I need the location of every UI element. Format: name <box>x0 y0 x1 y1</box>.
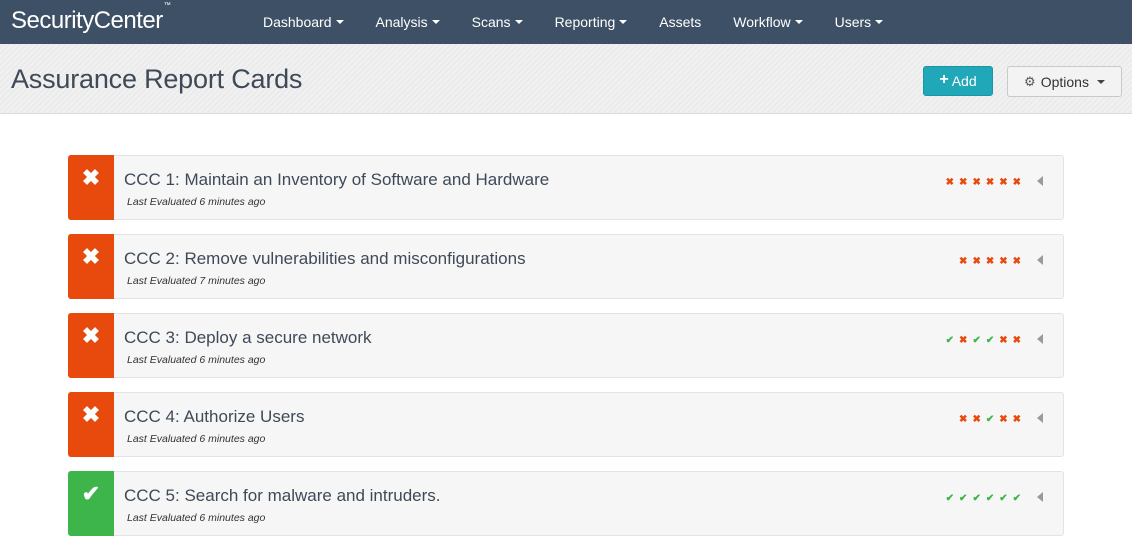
nav-item-analysis[interactable]: Analysis <box>360 0 456 44</box>
report-card[interactable]: ✖ CCC 2: Remove vulnerabilities and misco… <box>68 234 1064 299</box>
close-icon: ✖ <box>1012 256 1021 267</box>
main-nav: Dashboard Analysis Scans Reporting Assets Wor… <box>247 0 899 44</box>
report-card-title: CCC 2: Remove vulnerabilities and miscon… <box>124 249 526 268</box>
report-card-body: CCC 3: Deploy a secure network Last Evalu… <box>114 314 1063 377</box>
close-icon: ✖ <box>959 414 968 425</box>
chevron-down-icon <box>875 20 884 24</box>
report-card[interactable]: ✔ CCC 5: Search for malware and intruders… <box>68 471 1064 536</box>
report-card-title: CCC 3: Deploy a secure network <box>124 328 372 347</box>
plus-icon: + <box>939 71 949 88</box>
options-button[interactable]: ⚙ Options <box>1007 66 1122 97</box>
chevron-down-icon <box>335 20 344 24</box>
report-card-body: CCC 2: Remove vulnerabilities and miscon… <box>114 235 1063 298</box>
chevron-down-icon <box>431 20 440 24</box>
close-icon: ✖ <box>959 256 968 267</box>
nav-item-assets[interactable]: Assets <box>643 0 717 44</box>
report-card-last-evaluated: Last Evaluated 6 minutes ago <box>127 433 266 445</box>
check-icon: ✔ <box>945 493 955 504</box>
report-card-last-evaluated: Last Evaluated 6 minutes ago <box>127 354 266 366</box>
nav-item-reporting[interactable]: Reporting <box>539 0 644 44</box>
report-card-title: CCC 5: Search for malware and intruders. <box>124 486 441 505</box>
close-icon: ✖ <box>999 414 1008 425</box>
report-card-results: ✖ ✖ ✔ ✖ ✖ <box>959 414 1021 425</box>
nav-item-users[interactable]: Users <box>819 0 900 44</box>
close-icon: ✖ <box>999 335 1008 346</box>
close-icon: ✖ <box>999 177 1008 188</box>
top-navbar: SecurityCenter™ Dashboard Analysis Scans Re… <box>0 0 1132 44</box>
close-icon: ✖ <box>68 313 114 378</box>
trademark-mark: ™ <box>163 2 171 9</box>
report-card[interactable]: ✖ CCC 3: Deploy a secure network Last Eval… <box>68 313 1064 378</box>
report-card-results: ✖ ✖ ✖ ✖ ✖ <box>959 256 1021 267</box>
chevron-left-icon[interactable] <box>1037 413 1043 423</box>
check-icon: ✔ <box>985 493 995 504</box>
close-icon: ✖ <box>1012 177 1021 188</box>
check-icon: ✔ <box>972 335 981 346</box>
nav-item-label: Scans <box>471 14 511 30</box>
page-title: Assurance Report Cards <box>11 64 303 94</box>
nav-item-label: Assets <box>659 14 702 30</box>
close-icon: ✖ <box>959 177 968 188</box>
nav-item-label: Analysis <box>375 14 428 30</box>
report-card-last-evaluated: Last Evaluated 6 minutes ago <box>127 512 266 524</box>
chevron-down-icon <box>794 20 803 24</box>
report-card-body: CCC 4: Authorize Users Last Evaluated 6 m… <box>114 393 1063 456</box>
chevron-left-icon[interactable] <box>1037 492 1043 502</box>
check-icon: ✔ <box>985 335 995 346</box>
report-card-results: ✔ ✔ ✔ ✔ ✔ ✔ <box>946 493 1021 504</box>
chevron-down-icon <box>619 20 628 24</box>
nav-item-label: Reporting <box>554 14 616 30</box>
options-button-label: Options <box>1040 73 1089 90</box>
chevron-down-icon <box>1096 79 1105 84</box>
close-icon: ✖ <box>959 335 968 346</box>
check-icon: ✔ <box>959 493 968 504</box>
close-icon: ✖ <box>68 392 114 457</box>
nav-item-label: Workflow <box>733 14 791 30</box>
chevron-down-icon <box>514 20 523 24</box>
brand-logo[interactable]: SecurityCenter™ <box>0 2 247 35</box>
report-card[interactable]: ✖ CCC 1: Maintain an Inventory of Softwar… <box>68 155 1064 220</box>
close-icon: ✖ <box>945 177 955 188</box>
report-card-last-evaluated: Last Evaluated 6 minutes ago <box>127 196 266 208</box>
nav-item-label: Users <box>834 14 872 30</box>
close-icon: ✖ <box>1012 335 1021 346</box>
check-icon: ✔ <box>945 335 955 346</box>
report-card[interactable]: ✖ CCC 4: Authorize Users Last Evaluated 6 … <box>68 392 1064 457</box>
page-header: Assurance Report Cards + Add ⚙ Options <box>0 44 1132 114</box>
check-icon: ✔ <box>68 471 114 536</box>
report-card-last-evaluated: Last Evaluated 7 minutes ago <box>127 275 266 287</box>
add-button[interactable]: + Add <box>923 66 993 96</box>
close-icon: ✖ <box>999 256 1008 267</box>
nav-item-label: Dashboard <box>263 14 332 30</box>
report-card-results: ✔ ✖ ✔ ✔ ✖ ✖ <box>946 335 1021 346</box>
close-icon: ✖ <box>972 256 981 267</box>
close-icon: ✖ <box>68 155 114 220</box>
report-card-body: CCC 1: Maintain an Inventory of Software… <box>114 156 1063 219</box>
check-icon: ✔ <box>999 493 1008 504</box>
chevron-left-icon[interactable] <box>1037 334 1043 344</box>
report-card-body: CCC 5: Search for malware and intruders.… <box>114 472 1063 535</box>
close-icon: ✖ <box>68 234 114 299</box>
brand-name: SecurityCenter <box>11 7 163 34</box>
chevron-left-icon[interactable] <box>1037 255 1043 265</box>
check-icon: ✔ <box>1012 493 1021 504</box>
check-icon: ✔ <box>972 493 981 504</box>
nav-item-scans[interactable]: Scans <box>456 0 539 44</box>
report-card-title: CCC 1: Maintain an Inventory of Software… <box>124 170 550 189</box>
nav-item-workflow[interactable]: Workflow <box>717 0 818 44</box>
gear-icon: ⚙ <box>1024 73 1036 89</box>
close-icon: ✖ <box>985 256 995 267</box>
add-button-label: Add <box>951 73 977 89</box>
report-card-list: ✖ CCC 1: Maintain an Inventory of Softwar… <box>68 155 1064 550</box>
close-icon: ✖ <box>972 177 981 188</box>
chevron-left-icon[interactable] <box>1037 176 1043 186</box>
nav-item-dashboard[interactable]: Dashboard <box>247 0 360 44</box>
close-icon: ✖ <box>972 414 981 425</box>
close-icon: ✖ <box>985 177 995 188</box>
report-card-results: ✖ ✖ ✖ ✖ ✖ ✖ <box>946 177 1021 188</box>
check-icon: ✔ <box>985 414 995 425</box>
report-card-title: CCC 4: Authorize Users <box>124 407 305 426</box>
close-icon: ✖ <box>1012 414 1021 425</box>
